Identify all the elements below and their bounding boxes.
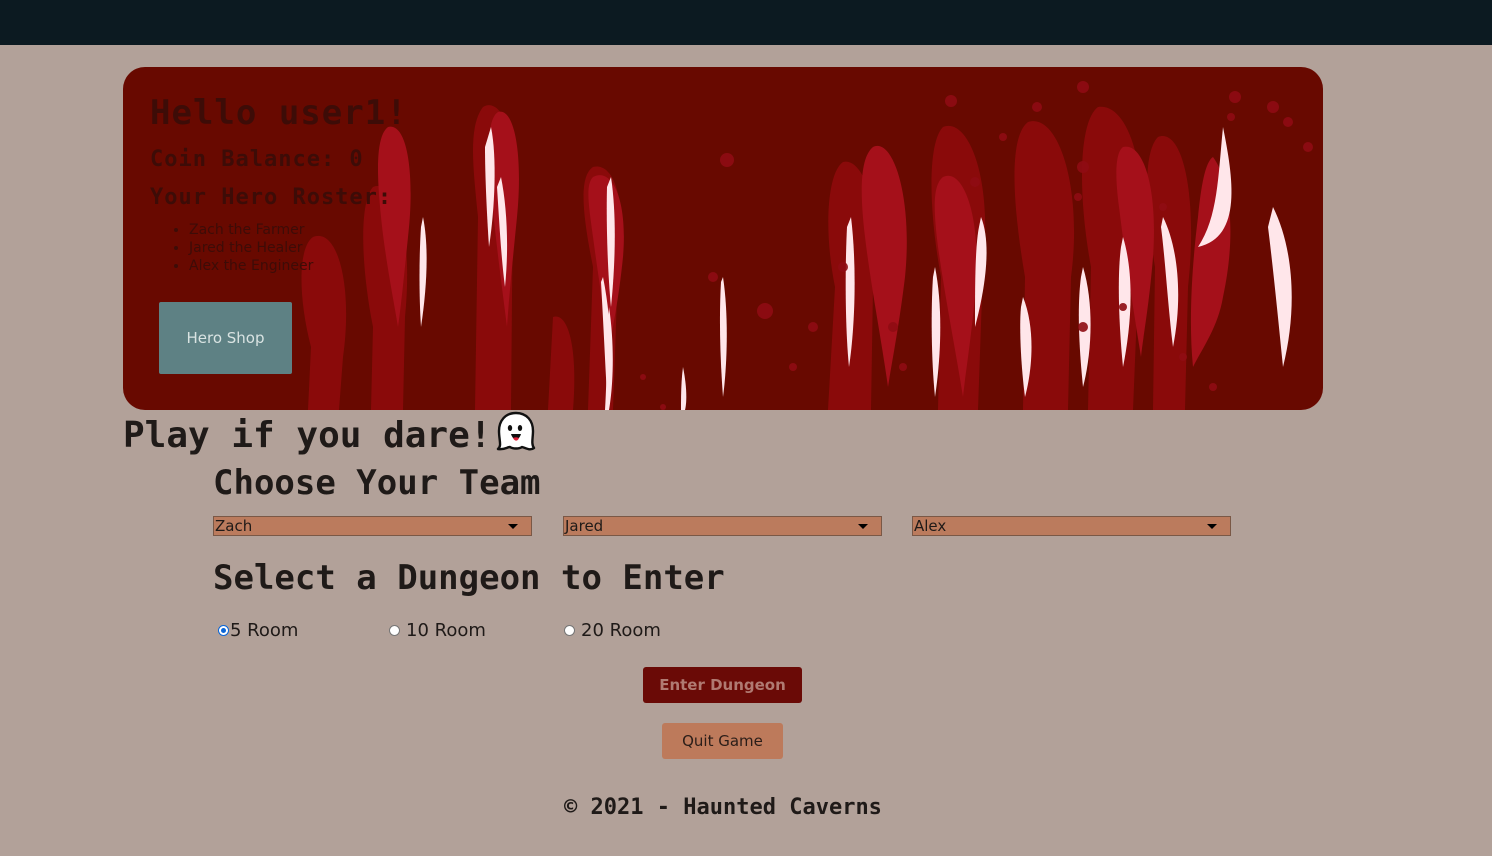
top-nav-bar: [0, 0, 1492, 45]
radio-button[interactable]: [564, 625, 575, 636]
radio-label: 10 Room: [406, 620, 486, 641]
team-select-2[interactable]: Jared: [563, 516, 882, 536]
choose-team-heading: Choose Your Team: [213, 463, 541, 503]
radio-label: 20 Room: [581, 620, 661, 641]
select-dungeon-heading: Select a Dungeon to Enter: [213, 558, 725, 598]
radio-20-room[interactable]: 20 Room: [564, 620, 661, 641]
list-item: Zach the Farmer: [189, 221, 313, 239]
radio-button[interactable]: [389, 625, 400, 636]
ghost-icon: [495, 410, 537, 461]
team-select-2-value: Jared: [565, 517, 604, 535]
chevron-down-icon: [1207, 524, 1217, 529]
hero-roster-title: Your Hero Roster:: [150, 185, 393, 210]
hero-shop-button[interactable]: Hero Shop: [159, 302, 292, 374]
team-select-1-value: Zach: [215, 517, 253, 535]
quit-game-button[interactable]: Quit Game: [662, 723, 783, 759]
list-item: Jared the Healer: [189, 239, 313, 257]
radio-10-room[interactable]: 10 Room: [389, 620, 486, 641]
play-heading: Play if you dare!: [123, 410, 537, 461]
team-select-1[interactable]: Zach: [213, 516, 532, 536]
footer-copyright: © 2021 - Haunted Caverns: [564, 795, 882, 820]
chevron-down-icon: [508, 524, 518, 529]
team-select-3[interactable]: Alex: [912, 516, 1231, 536]
coin-balance: Coin Balance: 0: [150, 147, 364, 172]
radio-label: 5 Room: [230, 620, 299, 641]
enter-dungeon-button[interactable]: Enter Dungeon: [643, 667, 802, 703]
hero-roster-list: Zach the Farmer Jared the Healer Alex th…: [169, 221, 313, 275]
radio-5-room[interactable]: 5 Room: [218, 620, 298, 641]
team-select-3-value: Alex: [914, 517, 947, 535]
list-item: Alex the Engineer: [189, 257, 313, 275]
chevron-down-icon: [858, 524, 868, 529]
greeting-heading: Hello user1!: [150, 93, 408, 133]
play-heading-text: Play if you dare!: [123, 415, 492, 456]
radio-button-selected[interactable]: [218, 625, 229, 636]
welcome-banner: Hello user1! Coin Balance: 0 Your Hero R…: [123, 67, 1323, 410]
